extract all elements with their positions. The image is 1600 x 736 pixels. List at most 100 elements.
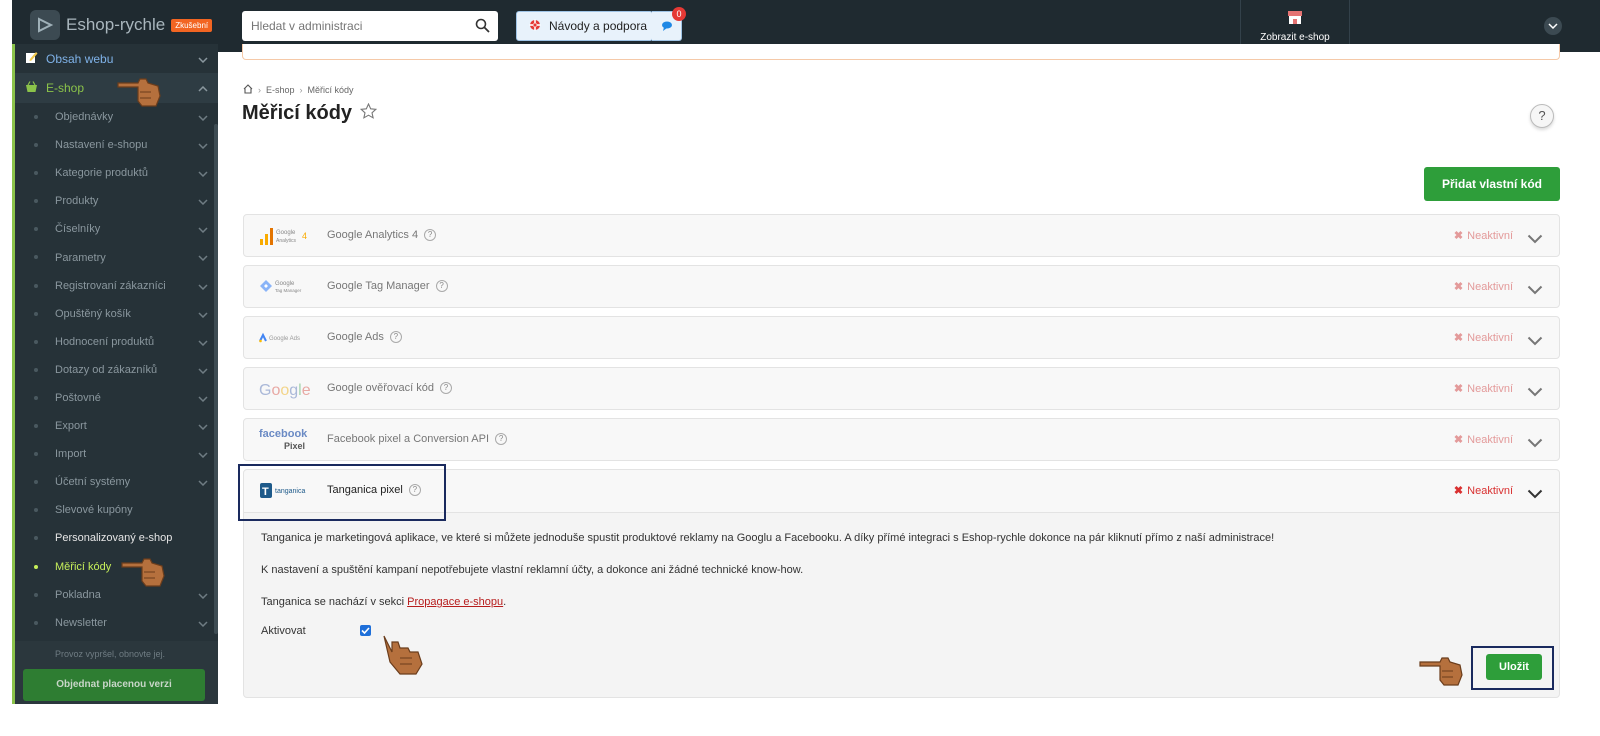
sidebar-item-label: Parametry: [55, 251, 106, 264]
sidebar-item[interactable]: Měřicí kódy: [15, 553, 218, 581]
sidebar-item[interactable]: Slevové kupóny: [15, 496, 218, 524]
sidebar-item[interactable]: Import: [15, 440, 218, 468]
search-icon[interactable]: [475, 18, 490, 37]
pointing-hand-icon: [117, 78, 161, 107]
sidebar-item[interactable]: Účetní systémy: [15, 468, 218, 496]
svg-text:Google: Google: [259, 382, 311, 399]
sidebar-item[interactable]: Registrovaní zákazníci: [15, 272, 218, 300]
svg-text:Google: Google: [275, 281, 295, 287]
status-badge: ✖ Neaktivní: [1453, 485, 1513, 497]
chevron-down-icon[interactable]: [1527, 433, 1543, 452]
sidebar-item[interactable]: Produkty: [15, 187, 218, 215]
activate-label: Aktivovat: [261, 625, 306, 637]
facebook-pixel-logo: facebook Pixel: [258, 419, 314, 460]
sidebar-item[interactable]: Export: [15, 412, 218, 440]
chevron-down-icon[interactable]: [1527, 331, 1543, 350]
panel-google-verification[interactable]: Google Google ověřovací kód? ✖ Neaktivní: [243, 367, 1560, 410]
sidebar-item[interactable]: Opuštěný košík: [15, 300, 218, 328]
highlight-box-save: [1471, 646, 1554, 690]
sidebar-item[interactable]: Poštovné: [15, 384, 218, 412]
sidebar-item[interactable]: Číselníky: [15, 215, 218, 243]
chat-count-badge: 0: [672, 7, 686, 21]
logo[interactable]: Eshop-rychle Zkušební: [30, 10, 213, 40]
bullet-icon: [34, 199, 38, 204]
sidebar-item-label: Registrovaní zákazníci: [55, 279, 166, 292]
panel-google-ads[interactable]: Google Ads Google Ads? ✖ Neaktivní: [243, 316, 1560, 359]
svg-text:facebook: facebook: [259, 428, 308, 440]
home-icon[interactable]: [243, 84, 253, 96]
panel-facebook-pixel[interactable]: facebook Pixel Facebook pixel a Conversio…: [243, 418, 1560, 461]
help-icon[interactable]: ?: [424, 229, 437, 241]
basket-icon: [25, 80, 38, 96]
sidebar-item[interactable]: Hodnocení produktů: [15, 328, 218, 356]
pointing-hand-icon: [383, 635, 423, 675]
sidebar-item[interactable]: Nastavení e-shopu: [15, 131, 218, 159]
sidebar-scrollbar[interactable]: [214, 124, 218, 634]
sidebar-item-label: Kategorie produktů: [55, 167, 148, 180]
breadcrumb-eshop[interactable]: E-shop: [266, 85, 295, 95]
activate-checkbox[interactable]: [360, 625, 371, 636]
sidebar-item[interactable]: Dotazy od zákazníků: [15, 356, 218, 384]
chevron-down-icon: [198, 449, 208, 461]
sidebar-item[interactable]: Kategorie produktů: [15, 159, 218, 187]
show-shop-label: Zobrazit e-shop: [1260, 32, 1330, 43]
highlight-box-tanganica: [238, 464, 446, 521]
trial-badge: Zkušební: [171, 18, 213, 32]
page-title: Měřicí kódy: [242, 102, 353, 124]
help-icon[interactable]: ?: [495, 433, 508, 445]
account-menu-chevron-icon[interactable]: [1544, 17, 1562, 35]
breadcrumb: › E-shop › Měřicí kódy: [243, 84, 354, 96]
notice-bar: [242, 44, 1560, 60]
chevron-down-icon[interactable]: [1527, 229, 1543, 248]
bullet-icon: [34, 367, 38, 372]
help-icon[interactable]: ?: [440, 382, 453, 394]
svg-text:Pixel: Pixel: [284, 441, 305, 451]
bullet-icon: [34, 480, 38, 485]
chevron-down-icon[interactable]: [1527, 280, 1543, 299]
google-logo: Google: [258, 368, 314, 409]
chevron-down-icon: [198, 590, 208, 602]
help-icon[interactable]: ?: [435, 280, 448, 292]
bullet-icon: [34, 508, 38, 513]
sidebar-item[interactable]: Pokladna: [15, 581, 218, 609]
sidebar-item-content[interactable]: Obsah webu: [15, 44, 218, 73]
bullet-icon: [34, 536, 38, 541]
breadcrumb-separator: ›: [258, 85, 261, 95]
bullet-icon: [34, 424, 38, 429]
sidebar-item-label: Dotazy od zákazníků: [55, 363, 158, 376]
chevron-down-icon: [198, 618, 208, 630]
page-help-button[interactable]: ?: [1530, 104, 1554, 128]
order-paid-version-button[interactable]: Objednat placenou verzi: [23, 669, 205, 701]
help-support-button[interactable]: Návody a podpora: [516, 11, 653, 41]
sidebar-item[interactable]: Newsletter: [15, 609, 218, 637]
breadcrumb-separator: ›: [299, 85, 303, 95]
sidebar-item[interactable]: Parametry: [15, 243, 218, 271]
chevron-down-icon: [198, 224, 208, 236]
bullet-icon: [34, 339, 38, 344]
panel-google-analytics-4[interactable]: Google Analytics 4 Google Analytics 4? ✖ Ne…: [243, 214, 1560, 257]
add-custom-code-button[interactable]: Přidat vlastní kód: [1424, 167, 1560, 201]
sidebar-item-label: Personalizovaný e-shop: [55, 532, 173, 545]
sidebar-item-label: Import: [55, 448, 87, 461]
bullet-icon: [34, 227, 38, 232]
logo-text: Eshop-rychle: [66, 15, 166, 34]
chevron-down-icon[interactable]: [1527, 382, 1543, 401]
chevron-down-icon: [198, 309, 208, 321]
panel-google-tag-manager[interactable]: Google Tag Manager Google Tag Manager? ✖ N…: [243, 265, 1560, 308]
chevron-down-icon[interactable]: [1527, 484, 1543, 503]
google-ads-logo: Google Ads: [258, 317, 314, 358]
search-box[interactable]: [242, 11, 498, 41]
chevron-down-icon: [198, 196, 208, 208]
panel-name: Google Analytics 4?: [327, 229, 437, 241]
status-badge: ✖ Neaktivní: [1453, 332, 1513, 344]
panel-name: Google Tag Manager?: [327, 280, 448, 292]
favorite-star-icon[interactable]: [359, 102, 378, 125]
chevron-down-icon: [198, 281, 208, 293]
sidebar-item-label: Pokladna: [55, 588, 101, 601]
help-icon[interactable]: ?: [389, 331, 402, 343]
tanganica-description: Tanganica je marketingová aplikace, ve k…: [261, 532, 1275, 544]
search-input[interactable]: [242, 11, 462, 41]
logo-icon: [30, 10, 60, 40]
sidebar-item[interactable]: Personalizovaný e-shop: [15, 524, 218, 552]
promotion-link[interactable]: Propagace e-shopu: [407, 596, 503, 608]
